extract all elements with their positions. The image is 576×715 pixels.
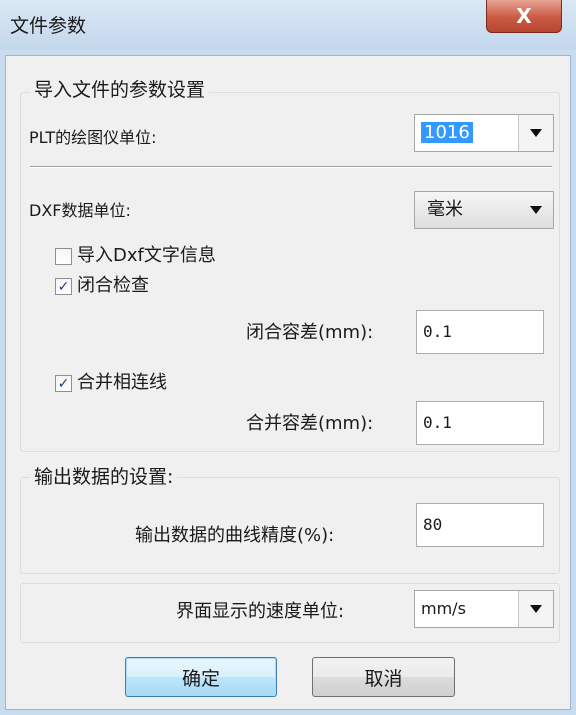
close-icon: X — [516, 4, 532, 28]
dxf-unit-value: 毫米 — [427, 199, 463, 220]
speed-unit-combobox[interactable]: mm/s — [414, 590, 554, 628]
import-settings-legend: 导入文件的参数设置 — [30, 79, 210, 101]
window-title: 文件参数 — [10, 15, 87, 37]
import-dxf-text-checkbox[interactable] — [55, 248, 72, 265]
merge-tolerance-field[interactable]: 0.1 — [416, 401, 544, 445]
plt-unit-combobox[interactable]: 1016 — [414, 114, 554, 152]
closure-check-checkbox[interactable]: ✓ — [55, 278, 72, 295]
closure-check-label: 闭合检查 — [77, 275, 149, 296]
merge-tolerance-label: 合并容差(mm): — [246, 413, 374, 434]
separator — [30, 166, 552, 168]
curve-precision-field[interactable]: 80 — [416, 503, 544, 547]
dxf-unit-dropdown[interactable]: 毫米 — [414, 191, 554, 229]
chevron-down-icon — [519, 192, 553, 228]
dxf-unit-label: DXF数据单位: — [29, 201, 131, 220]
chevron-down-icon[interactable] — [518, 115, 553, 151]
closure-tolerance-field[interactable]: 0.1 — [416, 310, 544, 354]
curve-precision-label: 输出数据的曲线精度(%): — [135, 525, 335, 546]
ok-button[interactable]: 确定 — [125, 657, 277, 697]
merge-lines-label: 合并相连线 — [77, 372, 167, 393]
speed-unit-value: mm/s — [421, 599, 466, 618]
plt-unit-value: 1016 — [421, 115, 473, 151]
cancel-button[interactable]: 取消 — [312, 657, 455, 697]
speed-unit-label: 界面显示的速度单位: — [176, 601, 345, 622]
check-icon: ✓ — [57, 375, 70, 392]
check-icon: ✓ — [57, 278, 70, 295]
output-settings-legend: 输出数据的设置: — [30, 466, 178, 488]
merge-lines-checkbox[interactable]: ✓ — [55, 375, 72, 392]
chevron-down-icon[interactable] — [518, 591, 553, 627]
plt-unit-label: PLT的绘图仪单位: — [29, 128, 157, 147]
closure-tolerance-label: 闭合容差(mm): — [246, 322, 374, 343]
import-dxf-text-label: 导入Dxf文字信息 — [77, 245, 216, 266]
close-button[interactable]: X — [486, 0, 562, 33]
title-bar: 文件参数 X — [0, 0, 576, 50]
